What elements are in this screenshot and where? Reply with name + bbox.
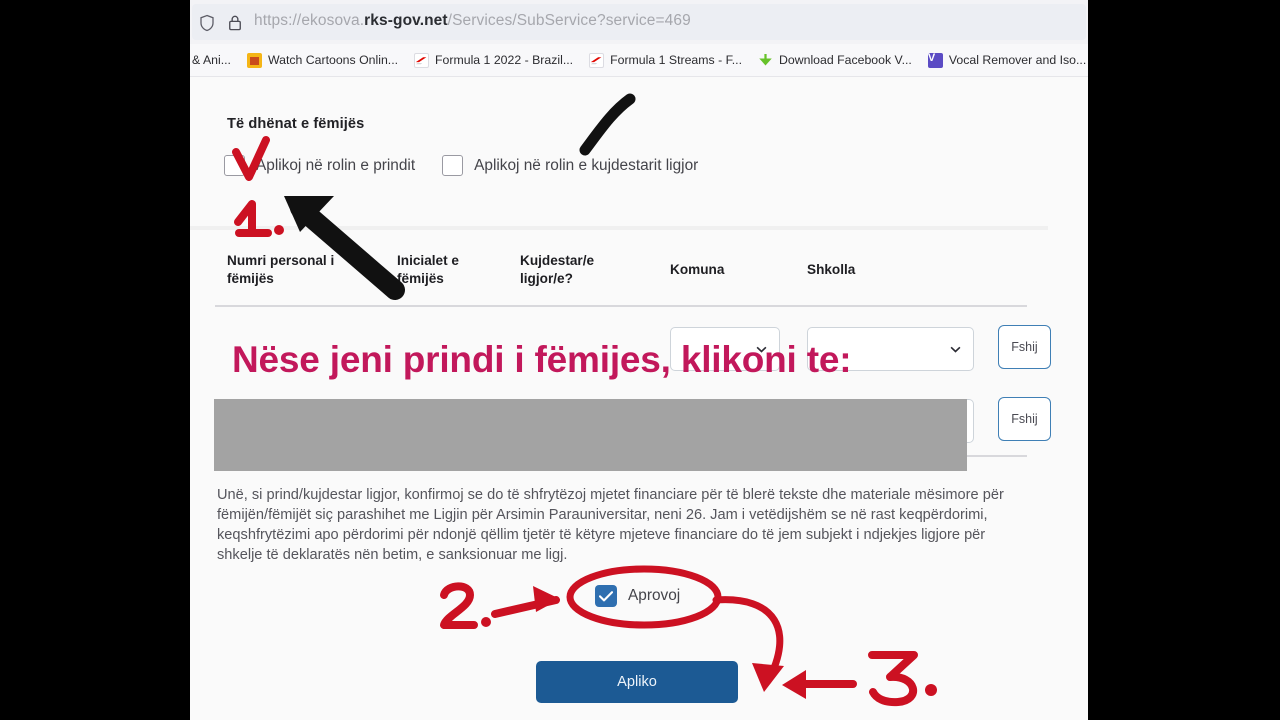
column-header-initials: Inicialet e fëmijës xyxy=(397,253,459,286)
bookmark-item[interactable]: Watch Cartoons Onlin... xyxy=(239,44,406,77)
submit-button[interactable]: Apliko xyxy=(536,661,738,703)
bookmark-label: Download Facebook V... xyxy=(779,53,912,67)
shield-icon[interactable] xyxy=(198,14,216,32)
lock-icon[interactable] xyxy=(226,13,244,32)
annotation-headline-overlay: Nëse jeni prindi i fëmijes, klikoni te: xyxy=(232,339,852,380)
delete-row-button-1[interactable]: Fshij xyxy=(998,325,1051,369)
bookmark-label: & Ani... xyxy=(192,53,231,67)
formula1-favicon xyxy=(589,52,605,68)
bookmark-label: Watch Cartoons Onlin... xyxy=(267,53,399,67)
bookmark-item[interactable]: Download Facebook V... xyxy=(750,44,920,77)
declaration-text: Unë, si prind/kujdestar ligjor, konfirmo… xyxy=(217,487,1004,563)
url-path: /Services/SubService?service=469 xyxy=(447,12,691,29)
download-arrow-icon xyxy=(758,53,773,68)
column-header-legal-guardian: Kujdestar/e ligjor/e? xyxy=(520,253,595,286)
bookmark-label: Vocal Remover and Iso... xyxy=(948,53,1087,67)
page-content: Të dhënat e fëmijës Aplikoj në rolin e p… xyxy=(190,77,1088,720)
child-data-section: Të dhënat e fëmijës Aplikoj në rolin e p… xyxy=(190,77,1048,230)
browser-url-bar[interactable]: https://ekosova.rks-gov.net/Services/Sub… xyxy=(190,0,1088,44)
checkbox-role-parent[interactable] xyxy=(224,155,245,176)
role-checkbox-row: Aplikoj në rolin e prindit Aplikoj në ro… xyxy=(224,155,698,176)
label-role-parent: Aplikoj në rolin e prindit xyxy=(256,156,416,174)
approve-row: Aprovoj xyxy=(595,585,680,607)
formula1-favicon xyxy=(414,52,430,68)
url-domain: rks-gov.net xyxy=(364,12,448,29)
column-header-school: Shkolla xyxy=(807,262,856,277)
bookmark-label: Formula 1 Streams - F... xyxy=(610,53,742,67)
section-title: Të dhënat e fëmijës xyxy=(227,116,365,132)
column-header-municipality: Komuna xyxy=(670,262,725,277)
children-table: Numri personal i fëmijës Inicialet e fëm… xyxy=(190,234,1051,457)
bookmark-item[interactable]: Formula 1 2022 - Brazil... xyxy=(406,44,581,77)
redaction-band xyxy=(214,399,967,471)
column-header-personal-number: Numri personal i fëmijës xyxy=(227,253,335,286)
bookmark-item[interactable]: & Ani... xyxy=(190,44,239,77)
checkbox-role-guardian[interactable] xyxy=(442,155,464,176)
check-icon xyxy=(599,590,613,601)
table-header-divider xyxy=(215,305,1027,307)
label-approve: Aprovoj xyxy=(628,587,681,604)
delete-row-button-2[interactable]: Fshij xyxy=(998,397,1051,441)
label-role-guardian: Aplikoj në rolin e kujdestarit ligjor xyxy=(474,156,699,174)
url-text[interactable]: https://ekosova.rks-gov.net/Services/Sub… xyxy=(254,12,691,30)
table-header-row: Numri personal i fëmijës Inicialet e fëm… xyxy=(190,234,1048,311)
bookmark-label: Formula 1 2022 - Brazil... xyxy=(435,53,574,67)
checkbox-approve[interactable] xyxy=(595,585,617,607)
bookmarks-bar[interactable]: & Ani... Watch Cartoons Onlin... Formula… xyxy=(190,44,1088,77)
bookmark-item[interactable]: V Vocal Remover and Iso... xyxy=(920,44,1088,77)
url-scheme: https://ekosova. xyxy=(254,12,365,29)
watchcartoon-favicon xyxy=(246,52,262,68)
screenshot-root: https://ekosova.rks-gov.net/Services/Sub… xyxy=(0,0,1280,720)
vocalremover-favicon: V xyxy=(927,52,943,68)
bookmark-item[interactable]: Formula 1 Streams - F... xyxy=(581,44,750,77)
